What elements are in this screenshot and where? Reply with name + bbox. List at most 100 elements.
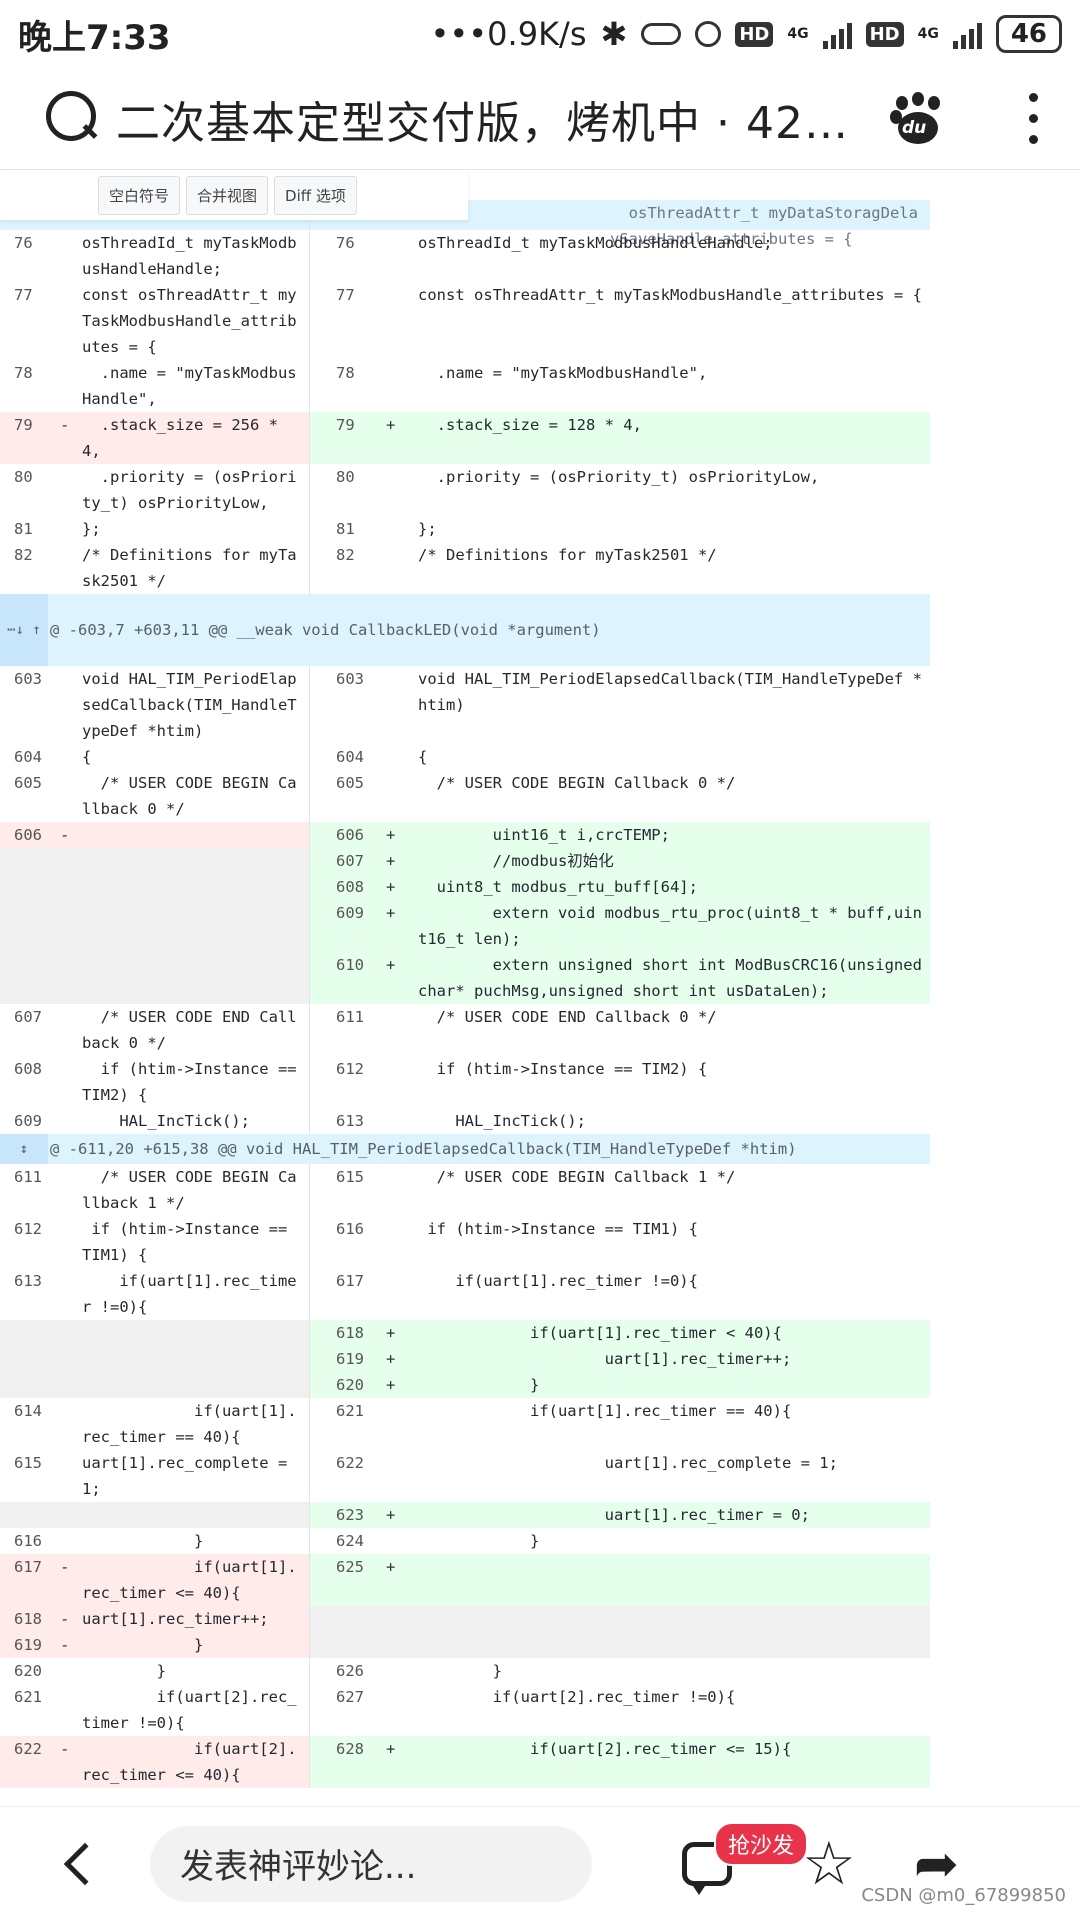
diff-right: 76 osThreadId_t myTaskModbusHandleHandle; <box>310 230 930 282</box>
right-margin <box>930 200 1080 1806</box>
code-line: } <box>82 1636 204 1654</box>
expand-icon[interactable]: ↕ <box>0 1134 48 1164</box>
baidu-paw-icon[interactable]: du <box>890 91 944 146</box>
code-line: uart[1].rec_timer++; <box>418 1350 792 1368</box>
diff-row: 619 + uart[1].rec_timer++; <box>0 1346 930 1372</box>
diff-row: 618 + if(uart[1].rec_timer < 40){ <box>0 1320 930 1346</box>
diff-left: 616 } <box>0 1528 310 1554</box>
diff-right <box>310 1632 930 1658</box>
line-number: 618 <box>14 1610 42 1628</box>
diff-toolbar: 空白符号 合并视图 Diff 选项 <box>0 170 468 220</box>
line-number: 615 <box>336 1168 364 1186</box>
code-line: /* USER CODE BEGIN Callback 0 */ <box>418 774 736 792</box>
diff-marker: + <box>386 826 396 844</box>
diff-row: 77 const osThreadAttr_t myTaskModbusHandl… <box>0 282 930 360</box>
star-icon[interactable]: ☆ <box>802 1834 856 1894</box>
diff-left: 615 uart[1].rec_complete = 1; <box>0 1450 310 1502</box>
code-line: extern void modbus_rtu_proc(uint8_t * bu… <box>418 904 922 948</box>
merge-view-button[interactable]: 合并视图 <box>186 175 269 215</box>
diff-marker <box>60 516 82 542</box>
more-menu-icon[interactable] <box>1029 93 1038 144</box>
code-line: if (htim->Instance == TIM1) { <box>82 1220 297 1264</box>
diff-marker <box>60 230 82 282</box>
code-line: if(uart[2].rec_timer <= 40){ <box>82 1740 297 1784</box>
diff-row: 604 {604 { <box>0 744 930 770</box>
expand-icon[interactable]: ⋯↓ ↑ <box>0 594 48 666</box>
code-line: .priority = (osPriority_t) osPriorityLow… <box>418 468 820 486</box>
sofa-badge: 抢沙发 <box>714 1822 809 1866</box>
diff-row: 606-606 + uint16_t i,crcTEMP; <box>0 822 930 848</box>
code-line: uint8_t modbus_rtu_buff[64]; <box>418 878 698 896</box>
diff-left: 618- uart[1].rec_timer++; <box>0 1606 310 1632</box>
line-number: 615 <box>14 1454 42 1472</box>
code-line: /* USER CODE BEGIN Callback 0 */ <box>82 774 297 818</box>
code-line: .name = "myTaskModbusHandle", <box>82 364 297 408</box>
line-number: 616 <box>336 1220 364 1238</box>
code-line: HAL_IncTick(); <box>82 1112 250 1130</box>
back-icon[interactable] <box>63 1842 107 1885</box>
code-line: if(uart[2].rec_timer <= 15){ <box>418 1740 792 1758</box>
page-title[interactable]: 二次基本定型交付版，烤机中 · 42d... <box>116 87 876 151</box>
diff-left: 81}; <box>0 516 310 542</box>
code-line: void HAL_TIM_PeriodElapsedCallback(TIM_H… <box>418 670 922 714</box>
diff-left <box>0 1502 310 1528</box>
diff-options-button[interactable]: Diff 选项 <box>274 175 357 215</box>
alarm-icon <box>695 21 722 47</box>
diff-marker <box>60 1398 82 1450</box>
diff-marker: - <box>60 416 70 434</box>
battery-icon: 46 <box>995 15 1062 53</box>
share-icon[interactable]: ➦ <box>914 1836 959 1891</box>
line-number: 612 <box>14 1220 42 1238</box>
line-number: 620 <box>14 1662 42 1680</box>
code-line: }; <box>418 520 437 538</box>
diff-marker <box>60 1346 82 1372</box>
diff-marker <box>60 848 82 874</box>
diff-right: 616 if (htim->Instance == TIM1) { <box>310 1216 930 1268</box>
hunk-header: ⋯↓ ↑ @ -603,7 +603,11 @@ __weak void Call… <box>0 594 930 666</box>
code-line: /* USER CODE BEGIN Callback 1 */ <box>418 1168 736 1186</box>
line-number: 77 <box>336 286 355 304</box>
diff-left: 603 void HAL_TIM_PeriodElapsedCallback(TI… <box>0 666 310 744</box>
diff-right: 626 } <box>310 1658 930 1684</box>
code-line: } <box>418 1532 540 1550</box>
diff-left: 619- } <box>0 1632 310 1658</box>
search-icon[interactable] <box>44 89 104 149</box>
diff-marker <box>60 1502 82 1528</box>
diff-marker <box>378 360 418 412</box>
diff-marker <box>60 1056 82 1108</box>
diff-marker <box>378 230 418 282</box>
diff-left: 611 /* USER CODE BEGIN Callback 1 */ <box>0 1164 310 1216</box>
diff-marker <box>60 666 82 744</box>
watermark: CSDN @m0_67899850 <box>861 1885 1066 1906</box>
net-speed: •••0.9K/s <box>430 15 587 53</box>
diff-marker <box>60 1216 82 1268</box>
diff-left: 78 .name = "myTaskModbusHandle", <box>0 360 310 412</box>
diff-marker <box>378 464 418 516</box>
code-line: /* Definitions for myTask2501 */ <box>82 546 297 590</box>
diff-right: 623 + uart[1].rec_timer = 0; <box>310 1502 930 1528</box>
code-line: uart[1].rec_complete = 1; <box>418 1454 838 1472</box>
hd-badge-2: HD <box>865 21 904 47</box>
diff-right: 625 + <box>310 1554 930 1606</box>
diff-right: 77 const osThreadAttr_t myTaskModbusHandl… <box>310 282 930 360</box>
diff-right: 82 /* Definitions for myTask2501 */ <box>310 542 930 594</box>
diff-row: 607 /* USER CODE END Callback 0 */611 /*… <box>0 1004 930 1056</box>
diff-right: 604 { <box>310 744 930 770</box>
diff-right: 609 + extern void modbus_rtu_proc(uint8_t… <box>310 900 930 952</box>
diff-left: 609 HAL_IncTick(); <box>0 1108 310 1134</box>
line-number: 619 <box>14 1636 42 1654</box>
diff-marker <box>378 1164 418 1216</box>
comment-input[interactable]: 发表神评妙论... <box>150 1825 592 1902</box>
diff-row: 618- uart[1].rec_timer++; <box>0 1606 930 1632</box>
line-number <box>310 1606 378 1632</box>
line-number <box>0 952 60 1004</box>
code-line: { <box>418 748 428 766</box>
diff-row: 603 void HAL_TIM_PeriodElapsedCallback(TI… <box>0 666 930 744</box>
line-number: 612 <box>336 1060 364 1078</box>
diff-marker <box>60 874 82 900</box>
whitespace-button[interactable]: 空白符号 <box>98 175 181 215</box>
line-number: 79 <box>336 416 355 434</box>
